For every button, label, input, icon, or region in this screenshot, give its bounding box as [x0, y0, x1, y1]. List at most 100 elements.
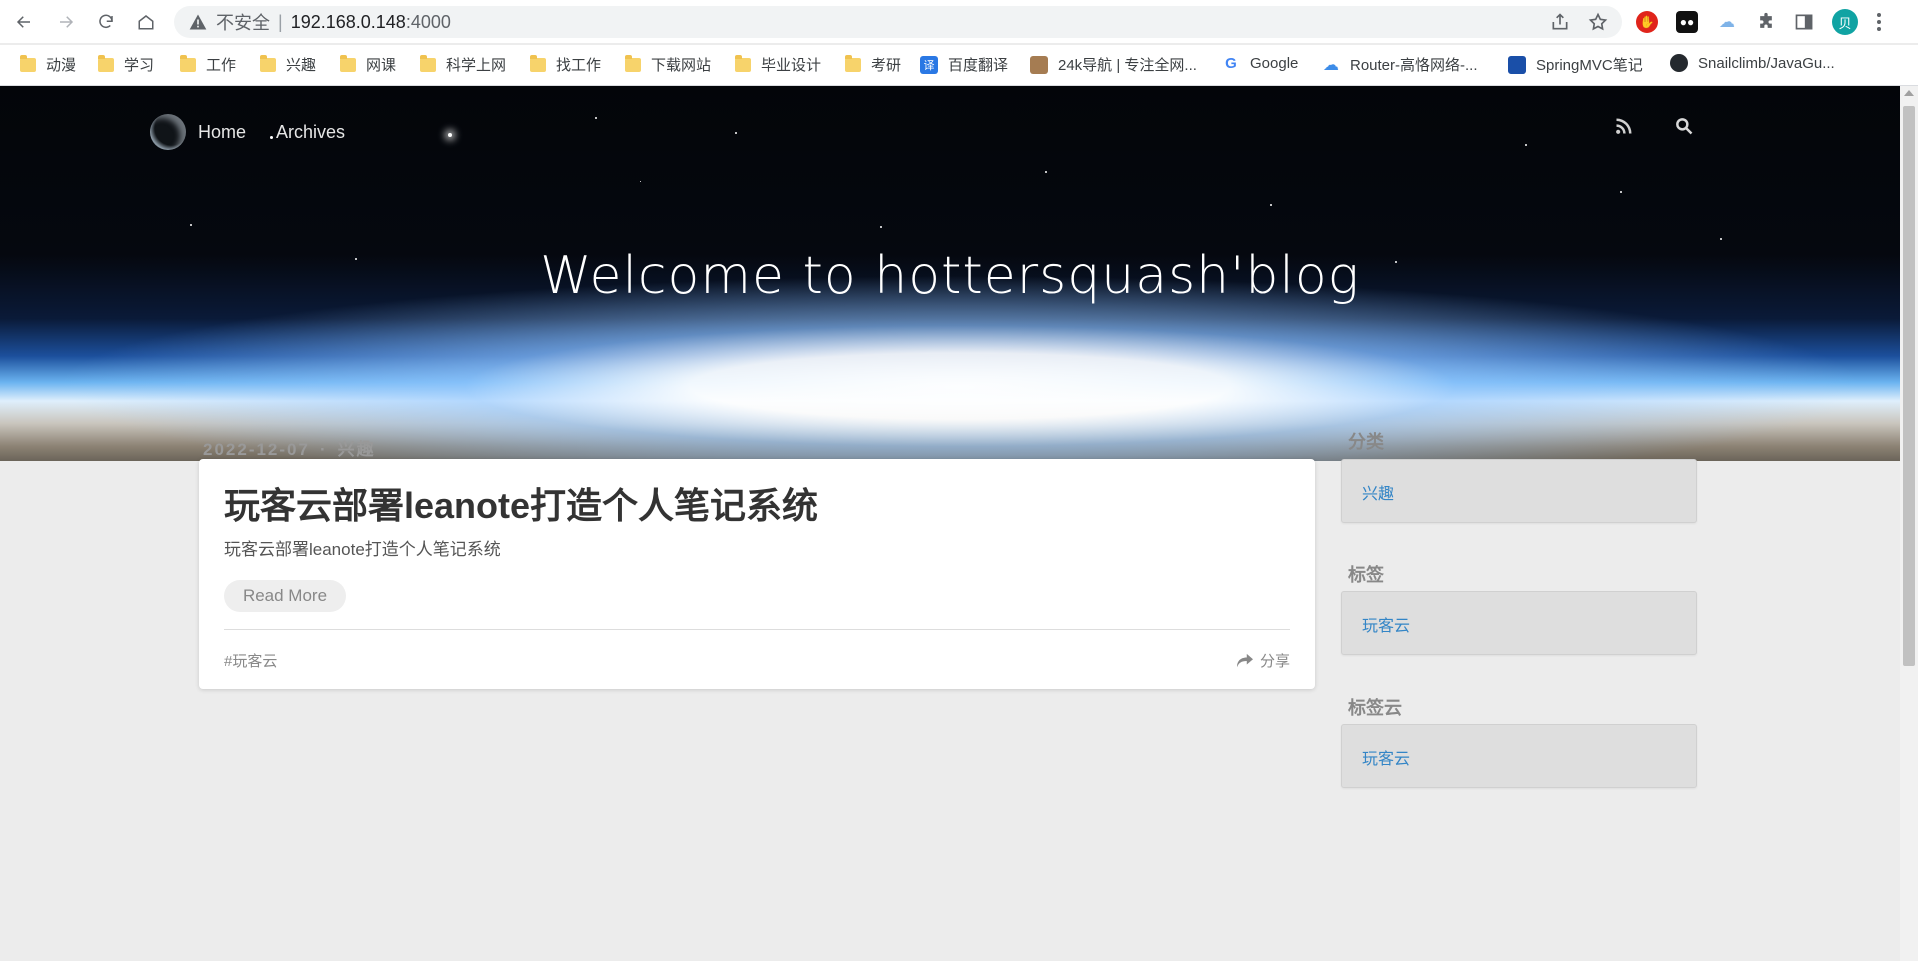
star — [595, 117, 597, 119]
address-bar[interactable]: 不安全 | 192.168.0.148:4000 — [174, 6, 1622, 38]
bookmark-label: 科学上网 — [446, 57, 507, 74]
tags-heading: 标签 — [1348, 565, 1384, 585]
bookmark-label: 百度翻译 — [948, 57, 1009, 74]
bookmark-folder[interactable]: 兴趣 — [260, 54, 316, 75]
hero-banner: Home Archives Welcome to hottersquash'bl… — [0, 86, 1900, 461]
translate-icon: 译 — [920, 55, 938, 74]
bookmark-label: 下载网站 — [651, 57, 712, 74]
reload-icon — [99, 14, 113, 29]
back-button[interactable] — [10, 9, 38, 35]
bookmark-link[interactable]: Snailclimb/JavaGu... — [1670, 54, 1835, 72]
read-more-button[interactable]: Read More — [224, 580, 346, 612]
tagcloud-widget: 玩客云 — [1341, 724, 1697, 788]
bookmark-link[interactable]: 24k导航 | 专注全网... — [1030, 54, 1197, 75]
folder-icon — [420, 54, 436, 72]
arrow-left-icon — [16, 16, 30, 28]
bookmark-folder[interactable]: 下载网站 — [625, 54, 711, 75]
post-category[interactable]: 兴趣 — [338, 440, 376, 459]
github-icon — [1670, 54, 1688, 72]
url-port: :4000 — [405, 11, 451, 32]
star — [448, 133, 452, 137]
nav-home-link[interactable]: Home — [198, 122, 246, 143]
card-divider — [224, 629, 1290, 630]
post-date: 2022-12-07 — [203, 440, 310, 459]
side-panel-icon[interactable] — [1794, 12, 1814, 32]
scroll-thumb[interactable] — [1903, 106, 1915, 666]
bookmark-label: 动漫 — [46, 57, 77, 74]
bookmark-label: 网课 — [366, 57, 397, 74]
tag-link[interactable]: 玩客云 — [1362, 612, 1410, 636]
google-icon: G — [1222, 54, 1240, 72]
bookmark-folder[interactable]: 网课 — [340, 54, 396, 75]
bookmark-folder[interactable]: 学习 — [98, 54, 154, 75]
nav-archives-link[interactable]: Archives — [276, 122, 345, 143]
categories-widget: 兴趣 — [1341, 459, 1697, 523]
category-link[interactable]: 兴趣 — [1362, 480, 1394, 504]
rss-icon[interactable] — [1614, 116, 1634, 136]
bookmarks-bar: 动漫 学习 工作 兴趣 网课 科学上网 找工作 下载网站 毕业设计 考研 译百度… — [0, 45, 1918, 86]
moon-logo-icon[interactable] — [150, 114, 186, 150]
star — [1270, 204, 1272, 206]
folder-icon — [845, 54, 861, 72]
forward-button[interactable] — [52, 9, 80, 35]
search-icon[interactable] — [1674, 116, 1694, 136]
folder-icon — [625, 54, 641, 72]
share-icon — [1236, 653, 1253, 667]
insecure-label: 不安全 — [216, 13, 270, 33]
folder-icon — [735, 54, 751, 72]
adblock-extension-icon[interactable]: ✋ — [1636, 11, 1658, 33]
tagcloud-link[interactable]: 玩客云 — [1362, 745, 1410, 769]
bookmark-link[interactable]: SpringMVC笔记 — [1508, 54, 1643, 75]
tags-widget: 玩客云 — [1341, 591, 1697, 655]
post-tag[interactable]: #玩客云 — [224, 650, 277, 671]
meta-separator: · — [319, 440, 328, 459]
scroll-up-arrow-icon[interactable] — [1904, 90, 1914, 96]
share-page-icon[interactable] — [1550, 12, 1570, 32]
cloud-icon: ☁ — [1322, 55, 1340, 74]
folder-icon — [20, 54, 36, 72]
bookmark-label: SpringMVC笔记 — [1536, 57, 1643, 74]
bookmark-folder[interactable]: 找工作 — [530, 54, 601, 75]
puzzle-extensions-icon[interactable] — [1756, 12, 1776, 32]
warning-icon — [189, 14, 207, 30]
bookmark-label: Snailclimb/JavaGu... — [1698, 54, 1835, 72]
site-tools — [1614, 116, 1694, 136]
book-icon — [1508, 55, 1526, 74]
more-menu-icon[interactable] — [1876, 12, 1882, 32]
folder-icon — [98, 54, 114, 72]
star — [1045, 171, 1047, 173]
address-separator: | — [278, 11, 283, 32]
reload-button[interactable] — [92, 9, 120, 35]
bookmark-folder[interactable]: 毕业设计 — [735, 54, 821, 75]
star — [735, 132, 737, 134]
star — [190, 224, 192, 226]
bookmark-folder[interactable]: 动漫 — [20, 54, 76, 75]
bookmark-label: 24k导航 | 专注全网... — [1058, 57, 1197, 74]
post-title[interactable]: 玩客云部署leanote打造个人笔记系统 — [224, 477, 818, 529]
bookmark-link[interactable]: 译百度翻译 — [920, 54, 1008, 75]
arrow-right-icon — [60, 16, 74, 28]
tampermonkey-extension-icon[interactable]: ●● — [1676, 11, 1698, 33]
dog-icon — [1030, 55, 1048, 74]
tagcloud-heading: 标签云 — [1348, 698, 1402, 718]
home-button[interactable] — [132, 9, 160, 35]
folder-icon — [260, 54, 276, 72]
site-nav: Home Archives — [150, 114, 363, 150]
bookmark-link[interactable]: G Google — [1222, 54, 1298, 72]
bookmark-folder[interactable]: 科学上网 — [420, 54, 506, 75]
hero-title: Welcome to hottersquash'blog — [540, 246, 1360, 306]
share-button[interactable]: 分享 — [1236, 650, 1290, 671]
bookmark-link[interactable]: ☁ Router-高恪网络-... — [1322, 54, 1478, 75]
profile-avatar[interactable]: 贝 — [1832, 9, 1858, 35]
bookmark-folder[interactable]: 工作 — [180, 54, 236, 75]
bookmark-label: 毕业设计 — [761, 57, 822, 74]
star — [640, 181, 641, 182]
share-label: 分享 — [1259, 653, 1290, 670]
page-scrollbar[interactable] — [1900, 86, 1918, 961]
cloud-extension-icon[interactable]: ☁ — [1716, 11, 1738, 33]
url-host: 192.168.0.148 — [290, 11, 406, 32]
bookmark-star-icon[interactable] — [1588, 12, 1608, 32]
bookmark-label: 找工作 — [556, 57, 602, 74]
bookmark-folder[interactable]: 考研 — [845, 54, 901, 75]
bookmark-label: 工作 — [206, 57, 237, 74]
